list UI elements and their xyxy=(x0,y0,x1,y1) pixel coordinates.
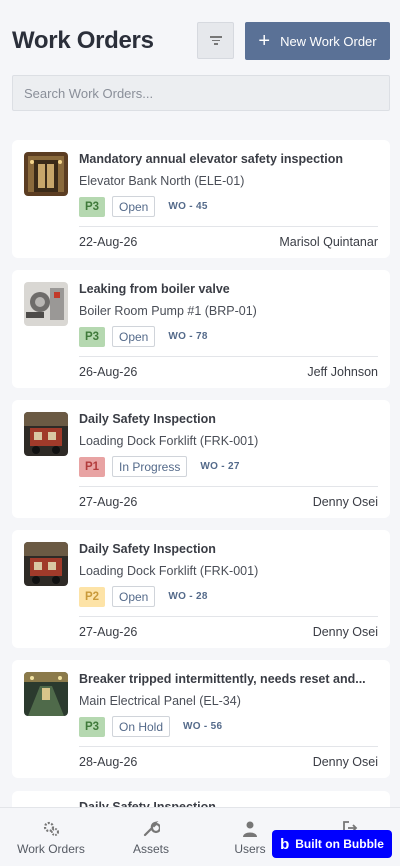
priority-badge: P3 xyxy=(79,196,105,217)
work-order-assignee: Denny Osei xyxy=(312,755,378,769)
work-order-card[interactable]: Leaking from boiler valve Boiler Room Pu… xyxy=(12,270,390,388)
new-work-order-label: New Work Order xyxy=(280,33,377,49)
work-order-card[interactable]: Breaker tripped intermittently, needs re… xyxy=(12,660,390,778)
work-order-asset: Main Electrical Panel (EL-34) xyxy=(79,694,241,708)
priority-badge: P3 xyxy=(79,716,105,737)
work-order-asset: Loading Dock Forklift (FRK-001) xyxy=(79,434,259,448)
user-icon xyxy=(241,820,259,838)
forklift-photo xyxy=(24,542,68,586)
work-order-assignee: Denny Osei xyxy=(312,625,378,639)
new-work-order-button[interactable]: + New Work Order xyxy=(245,22,390,60)
work-order-card[interactable]: Mandatory annual elevator safety inspect… xyxy=(12,140,390,258)
work-order-asset: Elevator Bank North (ELE-01) xyxy=(79,174,245,188)
work-order-assignee: Marisol Quintanar xyxy=(279,235,378,249)
work-order-asset: Boiler Room Pump #1 (BRP-01) xyxy=(79,304,257,318)
status-badge: On Hold xyxy=(112,716,171,737)
divider xyxy=(79,616,378,617)
header: Work Orders + New Work Order xyxy=(0,0,400,72)
work-order-date: 26-Aug-26 xyxy=(79,365,138,379)
bubble-logo: b xyxy=(280,835,290,853)
priority-badge: P1 xyxy=(79,456,105,477)
wrench-icon xyxy=(142,820,162,838)
nav-work-orders[interactable]: Work Orders xyxy=(10,808,92,866)
work-order-assignee: Jeff Johnson xyxy=(307,365,378,379)
divider xyxy=(79,486,378,487)
work-order-number: WO - 27 xyxy=(200,461,240,472)
work-order-number: WO - 28 xyxy=(168,591,208,602)
work-order-card[interactable]: Daily Safety Inspection Loading Dock For… xyxy=(12,400,390,518)
elevator-photo xyxy=(24,152,68,196)
priority-badge: P3 xyxy=(79,326,105,347)
forklift-photo xyxy=(24,412,68,456)
work-order-date: 27-Aug-26 xyxy=(79,495,138,509)
electrical-photo xyxy=(24,672,68,716)
status-badge: Open xyxy=(112,586,156,607)
divider xyxy=(79,356,378,357)
work-order-card[interactable]: Daily Safety Inspection Loading Dock For… xyxy=(12,530,390,648)
work-order-title: Daily Safety Inspection xyxy=(79,412,216,426)
nav-label: Users xyxy=(234,841,266,856)
priority-badge: P2 xyxy=(79,586,105,607)
work-order-title: Leaking from boiler valve xyxy=(79,282,230,296)
work-order-title: Daily Safety Inspection xyxy=(79,542,216,556)
filter-button[interactable] xyxy=(197,22,234,59)
nav-label: Work Orders xyxy=(17,841,85,856)
built-on-bubble-badge[interactable]: b Built on Bubble xyxy=(272,830,392,858)
status-badge: In Progress xyxy=(112,456,188,477)
work-order-date: 27-Aug-26 xyxy=(79,625,138,639)
boiler-photo xyxy=(24,282,68,326)
work-order-asset: Loading Dock Forklift (FRK-001) xyxy=(79,564,259,578)
work-order-number: WO - 56 xyxy=(183,721,223,732)
divider xyxy=(79,226,378,227)
work-order-date: 22-Aug-26 xyxy=(79,235,138,249)
nav-assets[interactable]: Assets xyxy=(116,808,186,866)
gears-icon xyxy=(42,820,60,838)
work-order-number: WO - 45 xyxy=(168,201,208,212)
work-order-title: Breaker tripped intermittently, needs re… xyxy=(79,672,366,686)
filter-icon xyxy=(209,36,222,45)
nav-label: Assets xyxy=(132,841,169,856)
status-badge: Open xyxy=(112,196,156,217)
divider xyxy=(79,746,378,747)
search-input[interactable] xyxy=(12,75,390,111)
status-badge: Open xyxy=(112,326,156,347)
nav-users[interactable]: Users xyxy=(220,808,280,866)
work-order-assignee: Denny Osei xyxy=(312,495,378,509)
work-order-number: WO - 78 xyxy=(168,331,208,342)
work-order-date: 28-Aug-26 xyxy=(79,755,138,769)
page-title: Work Orders xyxy=(12,27,154,54)
work-order-title: Mandatory annual elevator safety inspect… xyxy=(79,152,343,166)
bubble-badge-label: Built on Bubble xyxy=(295,837,384,851)
plus-icon: + xyxy=(258,30,271,52)
